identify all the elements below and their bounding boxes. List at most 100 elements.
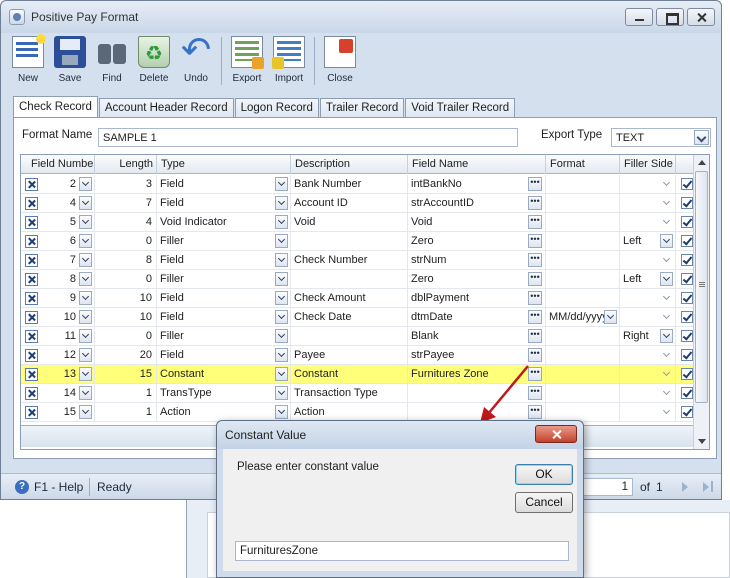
delete-row-icon[interactable] xyxy=(25,349,38,362)
chevron-down-icon[interactable] xyxy=(275,291,288,305)
type-cell[interactable]: Filler xyxy=(157,232,291,251)
chevron-down-icon[interactable] xyxy=(275,234,288,248)
save-button[interactable]: Save xyxy=(49,33,91,87)
filler-side-cell[interactable] xyxy=(620,289,676,308)
tab-logon-record[interactable]: Logon Record xyxy=(234,98,319,118)
include-cell[interactable] xyxy=(676,327,694,346)
close-window-button[interactable] xyxy=(687,8,715,26)
table-row[interactable]: 8 0 Filler Zero ••• Left xyxy=(21,270,694,289)
include-checkbox[interactable] xyxy=(681,197,693,209)
scroll-up-icon[interactable] xyxy=(694,155,709,171)
ok-button[interactable]: OK xyxy=(515,464,573,485)
length-cell[interactable]: 4 xyxy=(95,213,157,232)
table-row[interactable]: 7 8 Field Check Number strNum ••• xyxy=(21,251,694,270)
grid-vertical-scrollbar[interactable] xyxy=(693,155,709,449)
field-number-cell[interactable]: 5 xyxy=(21,213,95,232)
include-cell[interactable] xyxy=(676,403,694,422)
type-cell[interactable]: Field xyxy=(157,251,291,270)
table-row[interactable]: 12 20 Field Payee strPayee ••• xyxy=(21,346,694,365)
filler-side-cell[interactable] xyxy=(620,365,676,384)
field-name-cell[interactable]: strAccountID ••• xyxy=(408,194,546,213)
include-cell[interactable] xyxy=(676,213,694,232)
chevron-down-icon[interactable] xyxy=(275,196,288,210)
delete-row-icon[interactable] xyxy=(25,387,38,400)
filler-side-cell[interactable] xyxy=(620,403,676,422)
chevron-down-icon[interactable] xyxy=(660,196,673,210)
field-name-cell[interactable]: intBankNo ••• xyxy=(408,175,546,194)
format-cell[interactable] xyxy=(546,365,620,384)
chevron-down-icon[interactable] xyxy=(660,310,673,324)
table-row[interactable]: 2 3 Field Bank Number intBankNo ••• xyxy=(21,175,694,194)
include-checkbox[interactable] xyxy=(681,311,693,323)
field-name-cell[interactable]: Blank ••• xyxy=(408,327,546,346)
ellipsis-icon[interactable]: ••• xyxy=(528,234,542,248)
table-row[interactable]: 4 7 Field Account ID strAccountID ••• xyxy=(21,194,694,213)
delete-row-icon[interactable] xyxy=(25,406,38,419)
include-checkbox[interactable] xyxy=(681,349,693,361)
length-cell[interactable]: 8 xyxy=(95,251,157,270)
include-cell[interactable] xyxy=(676,346,694,365)
filler-side-cell[interactable] xyxy=(620,251,676,270)
chevron-down-icon[interactable] xyxy=(660,177,673,191)
format-cell[interactable] xyxy=(546,289,620,308)
length-cell[interactable]: 10 xyxy=(95,289,157,308)
format-cell[interactable] xyxy=(546,270,620,289)
filler-side-cell[interactable] xyxy=(620,346,676,365)
length-cell[interactable]: 0 xyxy=(95,327,157,346)
type-cell[interactable]: Constant xyxy=(157,365,291,384)
ellipsis-icon[interactable]: ••• xyxy=(528,272,542,286)
delete-row-icon[interactable] xyxy=(25,292,38,305)
description-cell[interactable]: Constant xyxy=(291,365,408,384)
chevron-down-icon[interactable] xyxy=(79,329,92,343)
column-header-type[interactable]: Type xyxy=(157,155,291,174)
last-page-icon[interactable] xyxy=(703,482,709,492)
field-name-cell[interactable]: dblPayment ••• xyxy=(408,289,546,308)
description-cell[interactable] xyxy=(291,270,408,289)
include-cell[interactable] xyxy=(676,175,694,194)
length-cell[interactable]: 10 xyxy=(95,308,157,327)
length-cell[interactable]: 1 xyxy=(95,403,157,422)
chevron-down-icon[interactable] xyxy=(79,272,92,286)
chevron-down-icon[interactable] xyxy=(660,367,673,381)
tab-trailer-record[interactable]: Trailer Record xyxy=(319,98,405,118)
format-cell[interactable] xyxy=(546,346,620,365)
include-checkbox[interactable] xyxy=(681,406,693,418)
description-cell[interactable]: Account ID xyxy=(291,194,408,213)
delete-row-icon[interactable] xyxy=(25,178,38,191)
delete-row-icon[interactable] xyxy=(25,254,38,267)
format-cell[interactable] xyxy=(546,232,620,251)
format-cell[interactable] xyxy=(546,327,620,346)
description-cell[interactable]: Bank Number xyxy=(291,175,408,194)
length-cell[interactable]: 7 xyxy=(95,194,157,213)
column-header-field-name[interactable]: Field Name xyxy=(408,155,546,174)
table-row[interactable]: 11 0 Filler Blank ••• Right xyxy=(21,327,694,346)
include-checkbox[interactable] xyxy=(681,273,693,285)
type-cell[interactable]: Field xyxy=(157,175,291,194)
format-name-input[interactable]: SAMPLE 1 xyxy=(98,128,518,147)
length-cell[interactable]: 3 xyxy=(95,175,157,194)
chevron-down-icon[interactable] xyxy=(275,386,288,400)
chevron-down-icon[interactable] xyxy=(79,234,92,248)
delete-row-icon[interactable] xyxy=(25,273,38,286)
include-cell[interactable] xyxy=(676,384,694,403)
constant-value-input[interactable]: FurnituresZone xyxy=(235,541,569,561)
field-number-cell[interactable]: 8 xyxy=(21,270,95,289)
delete-row-icon[interactable] xyxy=(25,197,38,210)
type-cell[interactable]: Filler xyxy=(157,270,291,289)
ellipsis-icon[interactable]: ••• xyxy=(528,253,542,267)
tab-void-trailer-record[interactable]: Void Trailer Record xyxy=(405,98,516,118)
include-checkbox[interactable] xyxy=(681,216,693,228)
format-cell[interactable] xyxy=(546,213,620,232)
filler-side-cell[interactable] xyxy=(620,308,676,327)
ellipsis-icon[interactable]: ••• xyxy=(528,310,542,324)
table-row[interactable]: 10 10 Field Check Date dtmDate ••• MM/dd/yyyy xyxy=(21,308,694,327)
help-icon[interactable]: ? xyxy=(15,480,29,494)
length-cell[interactable]: 20 xyxy=(95,346,157,365)
filler-side-cell[interactable] xyxy=(620,194,676,213)
column-header-format[interactable]: Format xyxy=(546,155,620,174)
chevron-down-icon[interactable] xyxy=(660,405,673,419)
table-row[interactable]: 9 10 Field Check Amount dblPayment ••• xyxy=(21,289,694,308)
chevron-down-icon[interactable] xyxy=(79,196,92,210)
format-cell[interactable] xyxy=(546,194,620,213)
description-cell[interactable]: Check Amount xyxy=(291,289,408,308)
